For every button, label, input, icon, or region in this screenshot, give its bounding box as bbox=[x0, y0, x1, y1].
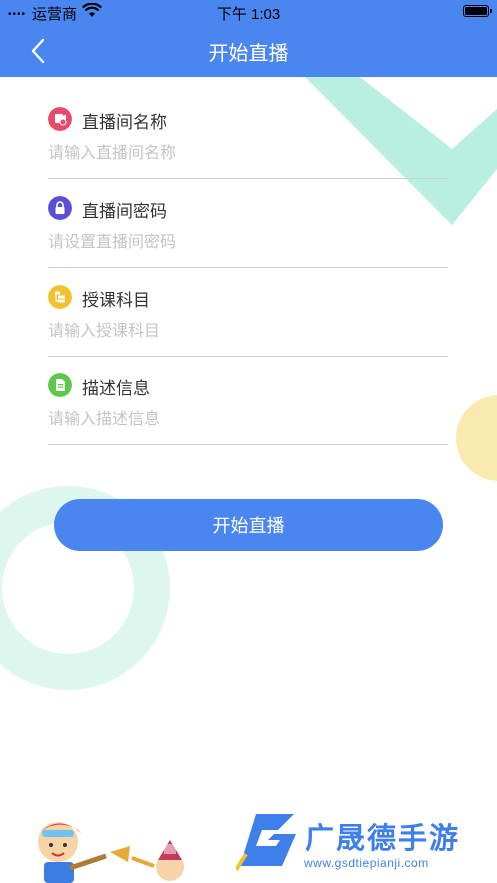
live-room-name-field: 直播间名称 bbox=[48, 107, 448, 179]
field-divider bbox=[48, 178, 448, 179]
watermark-site-name: 广晟德手游 bbox=[305, 823, 461, 855]
yellow-circle-decoration bbox=[456, 395, 497, 481]
field-label: 直播间名称 bbox=[82, 113, 167, 132]
clock-time: 下午 1:03 bbox=[216, 6, 281, 23]
page-title: 开始直播 bbox=[208, 43, 289, 65]
document-icon bbox=[48, 373, 72, 397]
watermark-url: www.gsdtiepianji.com bbox=[304, 856, 429, 870]
field-divider bbox=[48, 444, 448, 445]
field-divider bbox=[48, 267, 448, 268]
site-logo-icon bbox=[236, 814, 296, 872]
status-bar: •••• 运营商 下午 1:03 bbox=[0, 0, 497, 24]
battery-icon bbox=[463, 5, 492, 17]
video-icon bbox=[48, 107, 72, 131]
teaching-subject-input[interactable] bbox=[48, 319, 448, 345]
live-room-password-input[interactable] bbox=[48, 230, 448, 256]
cartoon-kids-illustration bbox=[36, 822, 184, 883]
navigation-bar: 开始直播 bbox=[0, 24, 497, 77]
field-divider bbox=[48, 356, 448, 357]
list-icon bbox=[48, 285, 72, 309]
live-room-name-input[interactable] bbox=[48, 141, 448, 167]
lock-icon bbox=[48, 196, 72, 220]
field-label: 直播间密码 bbox=[82, 202, 167, 221]
field-label-row: 直播间密码 bbox=[48, 196, 448, 221]
live-room-password-field: 直播间密码 bbox=[48, 196, 448, 268]
field-label-row: 授课科目 bbox=[48, 285, 448, 310]
field-label: 描述信息 bbox=[82, 379, 150, 398]
field-label: 授课科目 bbox=[82, 291, 150, 310]
field-label-row: 描述信息 bbox=[48, 373, 448, 398]
start-live-button[interactable]: 开始直播 bbox=[54, 499, 443, 551]
teaching-subject-field: 授课科目 bbox=[48, 285, 448, 357]
field-label-row: 直播间名称 bbox=[48, 107, 448, 132]
description-input[interactable] bbox=[48, 407, 448, 433]
description-field: 描述信息 bbox=[48, 373, 448, 445]
